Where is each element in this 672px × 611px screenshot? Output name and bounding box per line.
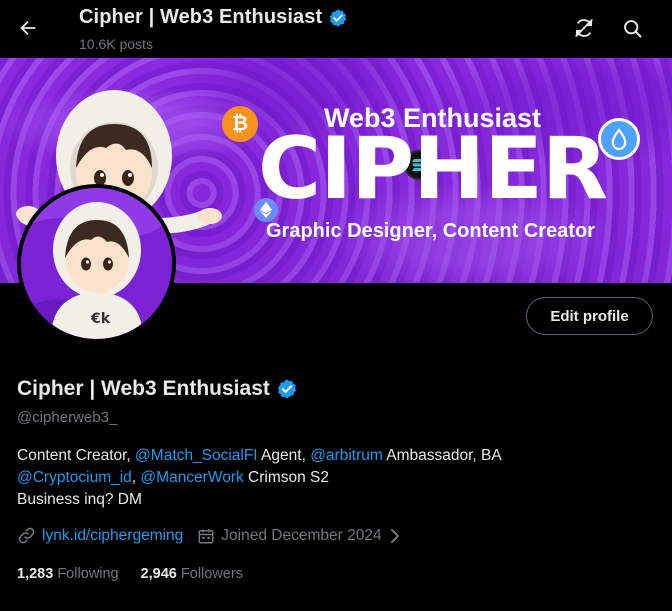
bio-line-1: Content Creator, @Match_SocialFI Agent, … (17, 447, 502, 464)
chevron-right-icon[interactable] (388, 528, 402, 544)
profile-name-row: Cipher | Web3 Enthusiast (17, 377, 298, 401)
joined-date: Joined December 2024 (221, 526, 382, 544)
mention-link[interactable]: @arbitrum (310, 447, 383, 464)
edit-profile-button[interactable]: Edit profile (526, 297, 653, 335)
posts-count: 10.6K posts (79, 36, 153, 52)
no-sync-icon (575, 19, 593, 37)
followers-label: Followers (180, 566, 243, 582)
calendar-icon (198, 528, 214, 543)
bio-line-2: @Cryptocium_id, @MancerWork Crimson S2 (17, 469, 330, 486)
following-link[interactable]: 1,283 Following (17, 566, 119, 582)
display-name: Cipher | Web3 Enthusiast (17, 377, 270, 400)
profile-meta: lynk.id/ciphergeming Joined December 202… (17, 526, 402, 545)
avatar-character-illustration: €k (21, 188, 172, 339)
bitcoin-icon: ₿ (222, 106, 258, 142)
following-count: 1,283 (17, 566, 54, 582)
profile-header: Cipher | Web3 Enthusiast 10.6K posts (0, 0, 672, 58)
banner-brand-text: CIPHER (258, 119, 608, 219)
mention-link[interactable]: @Match_SocialFI (135, 447, 258, 464)
profile-handle: @cipherweb3_ (17, 409, 118, 426)
mention-link[interactable]: @MancerWork (140, 469, 243, 486)
link-icon (18, 527, 35, 544)
back-button[interactable] (10, 10, 46, 46)
avatar[interactable]: €k (17, 184, 176, 343)
website-link[interactable]: lynk.id/ciphergeming (42, 527, 183, 545)
banner-subtitle: Graphic Designer, Content Creator (266, 220, 595, 242)
mention-link[interactable]: @Cryptocium_id (17, 469, 132, 486)
profile-bio: Content Creator, @Match_SocialFI Agent, … (17, 445, 617, 511)
followers-link[interactable]: 2,946 Followers (141, 566, 243, 582)
verified-badge-icon[interactable] (276, 378, 298, 400)
verified-badge-icon[interactable] (328, 8, 348, 28)
header-title: Cipher | Web3 Enthusiast (79, 6, 348, 29)
bio-line-3: Business inq? DM (17, 491, 142, 508)
svg-text:€k: €k (90, 311, 111, 327)
follow-stats: 1,283 Following 2,946 Followers (17, 566, 243, 582)
sync-button[interactable] (568, 12, 600, 44)
search-icon (623, 19, 641, 37)
following-label: Following (57, 566, 119, 582)
followers-count: 2,946 (140, 566, 177, 582)
search-button[interactable] (616, 12, 648, 44)
back-arrow-icon (20, 20, 36, 36)
header-title-text: Cipher | Web3 Enthusiast (79, 6, 323, 28)
